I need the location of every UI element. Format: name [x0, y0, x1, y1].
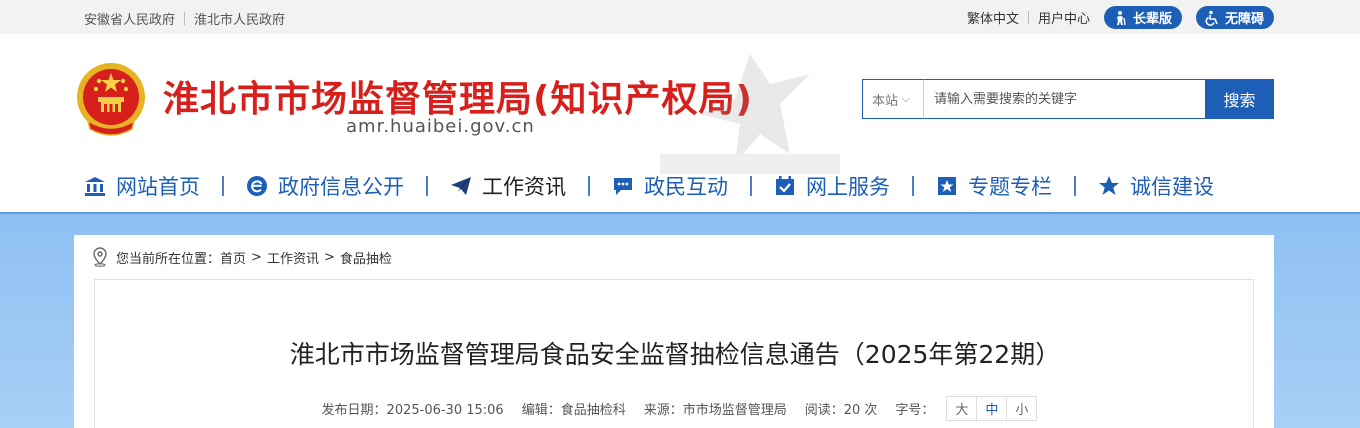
- nav-item-gov-info[interactable]: 政府信息公开: [246, 171, 404, 201]
- nav-item-interaction[interactable]: 政民互动: [612, 171, 728, 201]
- nav-label: 工作资讯: [482, 175, 566, 199]
- traditional-chinese-link[interactable]: 繁体中文: [967, 8, 1019, 27]
- breadcrumb-home[interactable]: 首页: [220, 248, 246, 267]
- article-box: 淮北市市场监督管理局食品安全监督抽检信息通告（2025年第22期） 发布日期：2…: [94, 279, 1254, 428]
- search-scope-label: 本站: [872, 93, 899, 109]
- nav-item-integrity[interactable]: 诚信建设: [1098, 171, 1214, 201]
- breadcrumb-food-inspection[interactable]: 食品抽检: [340, 248, 392, 267]
- location-pin-icon: [93, 247, 107, 267]
- nav-label: 专题专栏: [968, 175, 1052, 199]
- article-title: 淮北市市场监督管理局食品安全监督抽检信息通告（2025年第22期）: [289, 340, 1061, 369]
- search-scope-select[interactable]: 本站 ⌵: [862, 79, 924, 119]
- star-icon: [1099, 176, 1119, 195]
- chat-icon: [614, 178, 632, 195]
- user-center-link[interactable]: 用户中心: [1038, 8, 1090, 27]
- read-count: 阅读：20 次: [804, 403, 878, 418]
- bank-icon: [85, 177, 105, 196]
- font-size-label: 字号：: [895, 403, 935, 418]
- top-links: 安徽省人民政府 淮北市人民政府: [84, 9, 285, 28]
- nav-divider: [222, 176, 224, 196]
- accessibility-button[interactable]: 无障碍: [1195, 6, 1274, 29]
- main-nav: 网站首页 政府信息公开 工作资讯 政民互动 网上服务 专题专栏 诚信建设: [84, 170, 1274, 202]
- site-header: 淮北市市场监督管理局(知识产权局) amr.huaibei.gov.cn 本站 …: [0, 34, 1360, 212]
- search-bar: 本站 ⌵ 搜索: [862, 79, 1274, 119]
- font-size-medium-button[interactable]: 中: [976, 396, 1008, 421]
- link-anhui-gov[interactable]: 安徽省人民政府: [84, 9, 175, 28]
- nav-item-special-topics[interactable]: 专题专栏: [936, 171, 1052, 201]
- breadcrumb-work-news[interactable]: 工作资讯: [267, 248, 319, 267]
- font-size-large-button[interactable]: 大: [946, 396, 978, 421]
- top-bar: 安徽省人民政府 淮北市人民政府 繁体中文 用户中心 长辈版 无障碍: [0, 0, 1360, 34]
- search-input[interactable]: [924, 79, 1205, 119]
- publish-date: 发布日期：2025-06-30 15:06: [321, 403, 504, 418]
- article-editor: 编辑：食品抽检科: [521, 403, 626, 418]
- nav-label: 政民互动: [644, 175, 728, 199]
- national-emblem-icon: [77, 63, 145, 136]
- wheelchair-icon: [1205, 10, 1218, 26]
- nav-label: 诚信建设: [1130, 175, 1214, 199]
- elder-person-icon: [1116, 10, 1126, 25]
- divider: [184, 12, 186, 25]
- accessibility-label: 无障碍: [1224, 12, 1264, 27]
- nav-item-online-service[interactable]: 网上服务: [774, 171, 890, 201]
- chevron-down-icon: ⌵: [902, 93, 910, 105]
- paper-plane-icon: [451, 177, 471, 195]
- nav-item-home[interactable]: 网站首页: [84, 171, 200, 201]
- nav-label: 网上服务: [806, 175, 890, 199]
- nav-item-work-news[interactable]: 工作资讯: [450, 171, 566, 201]
- breadcrumb: 您当前所在位置： 首页 > 工作资讯 > 食品抽检: [92, 247, 392, 267]
- article-meta: 发布日期：2025-06-30 15:06 编辑：食品抽检科 来源：市市场监督管…: [95, 396, 1255, 421]
- divider: [1027, 11, 1029, 24]
- elder-mode-label: 长辈版: [1132, 12, 1172, 27]
- nav-label: 网站首页: [116, 175, 200, 199]
- font-size-switcher: 大 中 小: [946, 396, 1038, 421]
- nav-divider: [426, 176, 428, 196]
- nav-divider: [1074, 176, 1076, 196]
- breadcrumb-separator: >: [251, 249, 262, 265]
- nav-label: 政府信息公开: [278, 175, 404, 199]
- elder-mode-button[interactable]: 长辈版: [1103, 6, 1182, 29]
- phoenix-statue-watermark: [660, 54, 840, 174]
- e-gov-icon: [247, 176, 267, 196]
- nav-divider: [750, 176, 752, 196]
- article-source: 来源：市市场监督管理局: [643, 403, 787, 418]
- top-tools: 繁体中文 用户中心 长辈版 无障碍: [967, 6, 1274, 29]
- star-box-icon: [938, 177, 956, 195]
- search-button[interactable]: 搜索: [1205, 79, 1274, 119]
- nav-divider: [912, 176, 914, 196]
- calendar-check-icon: [776, 176, 794, 195]
- font-size-small-button[interactable]: 小: [1006, 396, 1038, 421]
- breadcrumb-separator: >: [323, 249, 335, 265]
- breadcrumb-prefix: 您当前所在位置：: [116, 251, 221, 267]
- content-panel: 您当前所在位置： 首页 > 工作资讯 > 食品抽检 淮北市市场监督管理局食品安全…: [74, 235, 1274, 428]
- site-domain: amr.huaibei.gov.cn: [346, 116, 535, 137]
- nav-divider: [588, 176, 590, 196]
- link-huaibei-gov[interactable]: 淮北市人民政府: [194, 9, 285, 28]
